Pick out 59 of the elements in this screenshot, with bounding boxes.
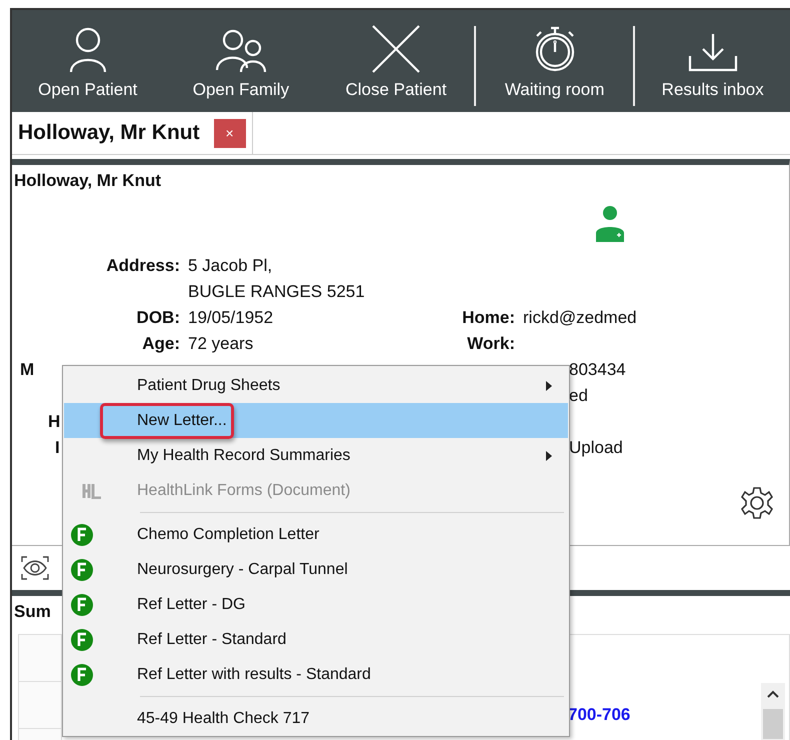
menu-item[interactable]: New Letter...	[64, 403, 568, 438]
field-label: M	[20, 360, 34, 379]
field-value: 5 Jacob Pl,	[188, 255, 274, 276]
doctor-icon	[595, 205, 625, 243]
scroll-up-icon[interactable]	[766, 689, 780, 699]
field-label: Age:	[142, 334, 180, 353]
menu-item[interactable]: Neurosurgery - Carpal Tunnel	[64, 552, 568, 587]
field-value: Upload	[569, 438, 623, 457]
tab-label: Holloway, Mr Knut	[18, 121, 200, 145]
form-badge-icon	[70, 662, 94, 686]
menu-item-label: Neurosurgery - Carpal Tunnel	[136, 560, 349, 580]
menu-item[interactable]: Ref Letter with results - Standard	[64, 657, 568, 692]
summary-link[interactable]: 700-706	[568, 705, 630, 724]
field-label: Home:	[462, 308, 515, 327]
menu-item[interactable]: Chemo Completion Letter	[64, 517, 568, 552]
menu-item[interactable]: 45-49 Health Check 717	[64, 701, 568, 736]
toolbar-button[interactable]: Open Family	[164, 10, 318, 112]
field-value: ed	[569, 386, 588, 405]
menu-item-label: Chemo Completion Letter	[136, 524, 320, 544]
toolbar-button[interactable]: Waiting room	[476, 10, 634, 112]
menu-item-label: Ref Letter - DG	[136, 594, 246, 614]
menu-item-label: 45-49 Health Check 717	[136, 708, 311, 728]
settings-icon[interactable]	[739, 485, 775, 521]
form-badge-icon	[70, 558, 94, 582]
field-label: Address:	[106, 256, 180, 275]
download-icon	[686, 32, 739, 74]
field-label: DOB:	[136, 308, 180, 327]
summary-heading: Sum	[13, 601, 51, 623]
menu-item[interactable]: My Health Record Summaries	[64, 438, 568, 473]
field-value: 72 years	[188, 333, 254, 354]
close-icon	[371, 24, 422, 74]
toolbar-button[interactable]: Close Patient	[318, 10, 474, 112]
menu-item[interactable]: Patient Drug Sheets	[64, 368, 568, 403]
menu-item-label: HealthLink Forms (Document)	[136, 480, 352, 500]
menu-item[interactable]: Ref Letter - Standard	[64, 622, 568, 657]
form-badge-icon	[70, 592, 94, 616]
menu-item-label: New Letter...	[100, 402, 234, 438]
menu-item-label: My Health Record Summaries	[136, 446, 352, 466]
eye-scan-icon[interactable]	[20, 555, 50, 581]
tab-close-button[interactable]: ×	[214, 118, 246, 148]
form-badge-icon	[70, 628, 94, 652]
field-value: 803434	[569, 360, 626, 379]
toolbar-button[interactable]: Results inbox	[635, 10, 790, 112]
field-label: I	[55, 438, 60, 457]
menu-item[interactable]: Ref Letter - DG	[64, 587, 568, 622]
toolbar-button[interactable]: Open Patient	[12, 10, 164, 112]
field-value: rickd@zedmed	[523, 308, 637, 327]
field-label: Work:	[467, 334, 515, 353]
healthlink-icon	[82, 482, 102, 498]
field-value: BUGLE RANGES 5251	[188, 281, 366, 302]
menu-item-label: Patient Drug Sheets	[136, 376, 282, 396]
menu-item-label: Ref Letter - Standard	[136, 630, 288, 650]
field-label: H	[48, 412, 60, 431]
form-badge-icon	[70, 522, 94, 546]
patient-name: Holloway, Mr Knut	[13, 170, 162, 191]
scroll-thumb[interactable]	[763, 709, 783, 739]
person-icon	[68, 26, 108, 74]
menu-item-label: Ref Letter with results - Standard	[136, 664, 372, 684]
field-value: 19/05/1952	[188, 307, 274, 328]
